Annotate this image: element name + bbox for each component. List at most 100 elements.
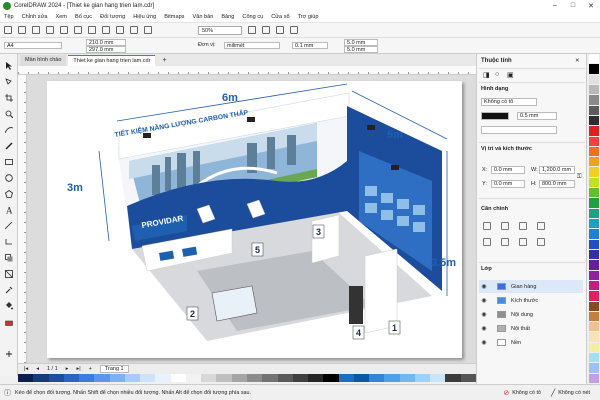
page-height-field[interactable]: 297.0 mm — [86, 46, 126, 53]
visibility-eye-icon[interactable]: ◉ — [479, 297, 489, 304]
palette-swatch[interactable] — [109, 374, 125, 382]
palette-swatch[interactable] — [589, 342, 599, 353]
page-width-field[interactable]: 210.0 mm — [86, 39, 126, 46]
drawing-page[interactable]: PROVIDAR 1 2 3 4 5 6m 5m 3m 3.5m TIẾT KI… — [47, 81, 462, 358]
menu-layout[interactable]: Bố cục — [75, 14, 92, 20]
palette-swatch[interactable] — [589, 188, 599, 198]
outline-width-select[interactable]: 0.5 mm — [517, 112, 557, 120]
rulers-icon[interactable] — [262, 26, 270, 34]
transparency-tool-icon[interactable] — [5, 270, 13, 278]
duplicate-x-field[interactable]: 5.0 mm — [344, 39, 378, 46]
cut-icon[interactable] — [60, 26, 68, 34]
palette-swatch[interactable] — [308, 374, 324, 382]
menu-effects[interactable]: Hiệu ứng — [133, 14, 156, 20]
palette-swatch[interactable] — [589, 95, 599, 105]
outline-style-select[interactable] — [481, 126, 557, 134]
redo-icon[interactable] — [116, 26, 124, 34]
menu-bitmaps[interactable]: Bitmaps — [164, 14, 184, 20]
palette-swatch[interactable] — [216, 374, 232, 382]
new-tab-button[interactable]: + — [157, 55, 171, 66]
palette-swatch[interactable] — [201, 374, 217, 382]
outline-tab-icon[interactable]: ○ — [495, 71, 499, 78]
align-left-icon[interactable] — [483, 222, 491, 230]
palette-swatch[interactable] — [589, 157, 599, 167]
palette-swatch[interactable] — [589, 74, 599, 84]
minimize-button[interactable]: – — [546, 2, 564, 10]
drawing-canvas[interactable]: PROVIDAR 1 2 3 4 5 6m 5m 3m 3.5m TIẾT KI… — [27, 75, 476, 363]
crop-tool-icon[interactable] — [5, 94, 13, 102]
nudge-distance-field[interactable]: 0.1 mm — [292, 42, 328, 49]
full-screen-icon[interactable] — [248, 26, 256, 34]
palette-swatch[interactable] — [124, 374, 141, 382]
palette-swatch[interactable] — [323, 374, 339, 382]
palette-swatch[interactable] — [414, 374, 431, 382]
distribute-v-icon[interactable] — [537, 238, 545, 246]
menu-edit[interactable]: Chỉnh sửa — [22, 14, 48, 20]
palette-swatch[interactable] — [170, 374, 186, 382]
palette-swatch[interactable] — [48, 374, 64, 382]
palette-swatch[interactable] — [589, 198, 599, 208]
add-page-button[interactable]: + — [89, 366, 92, 372]
smart-fill-icon[interactable] — [5, 318, 13, 326]
palette-swatch[interactable] — [589, 146, 599, 157]
freehand-tool-icon[interactable] — [4, 126, 14, 134]
print-icon[interactable] — [46, 26, 54, 34]
palette-swatch[interactable] — [589, 373, 599, 383]
align-right-icon[interactable] — [519, 222, 527, 230]
palette-swatch[interactable] — [589, 115, 599, 126]
align-center-v-icon[interactable] — [483, 238, 491, 246]
palette-swatch[interactable] — [353, 374, 370, 382]
artistic-media-icon[interactable] — [5, 142, 13, 150]
fill-select[interactable]: Không có tô — [481, 98, 537, 106]
palette-swatch[interactable] — [589, 239, 599, 249]
visibility-eye-icon[interactable]: ◉ — [479, 339, 489, 346]
palette-swatch[interactable] — [33, 374, 49, 382]
palette-swatch[interactable] — [140, 374, 156, 382]
palette-swatch[interactable] — [430, 374, 446, 382]
distribute-h-icon[interactable] — [519, 238, 527, 246]
interactive-fill-icon[interactable] — [5, 302, 13, 310]
palette-swatch[interactable] — [277, 374, 293, 382]
rectangle-tool-icon[interactable] — [5, 158, 13, 166]
palette-swatch[interactable] — [589, 229, 599, 239]
palette-swatch[interactable] — [589, 54, 599, 64]
palette-swatch[interactable] — [399, 374, 415, 382]
palette-swatch[interactable] — [445, 374, 461, 382]
import-icon[interactable] — [130, 26, 138, 34]
palette-swatch[interactable] — [589, 291, 599, 301]
zoom-level-select[interactable]: 50% — [198, 25, 242, 35]
save-icon[interactable] — [32, 26, 40, 34]
booth-artwork[interactable]: PROVIDAR 1 2 3 4 5 6m 5m 3m 3.5m TIẾT KI… — [47, 81, 462, 358]
color-palette-bottom[interactable] — [18, 374, 476, 382]
palette-swatch[interactable] — [589, 208, 599, 218]
units-select[interactable]: milimét — [224, 42, 280, 49]
align-bottom-icon[interactable] — [501, 238, 509, 246]
palette-swatch[interactable] — [369, 374, 385, 382]
duplicate-y-field[interactable]: 5.0 mm — [344, 46, 378, 53]
align-top-icon[interactable] — [537, 222, 545, 230]
visibility-eye-icon[interactable]: ◉ — [479, 311, 489, 318]
options-icon[interactable] — [290, 26, 298, 34]
palette-swatch[interactable] — [589, 363, 599, 373]
palette-swatch[interactable] — [460, 374, 476, 382]
tab-document[interactable]: Thiet ke gian hang trien lam.cdr — [68, 55, 156, 66]
palette-swatch[interactable] — [589, 280, 599, 291]
palette-swatch[interactable] — [384, 374, 400, 382]
palette-swatch[interactable] — [94, 374, 110, 382]
palette-swatch[interactable] — [63, 374, 80, 382]
palette-swatch[interactable] — [589, 332, 599, 342]
layer-row[interactable]: ◉ Gian hàng — [479, 280, 583, 293]
pick-tool-icon[interactable] — [5, 62, 13, 70]
palette-swatch[interactable] — [589, 177, 599, 188]
color-palette-right[interactable] — [586, 54, 600, 384]
width-field[interactable]: 1,200.0 mm — [539, 166, 575, 174]
vertical-ruler[interactable] — [18, 75, 27, 363]
export-icon[interactable] — [144, 26, 152, 34]
open-icon[interactable] — [18, 26, 26, 34]
height-field[interactable]: 800.0 mm — [539, 180, 575, 188]
palette-swatch[interactable] — [155, 374, 171, 382]
add-tool-icon[interactable] — [5, 350, 13, 358]
parallel-dimension-icon[interactable] — [4, 221, 13, 230]
connector-tool-icon[interactable] — [5, 238, 13, 246]
visibility-eye-icon[interactable]: ◉ — [479, 283, 489, 290]
